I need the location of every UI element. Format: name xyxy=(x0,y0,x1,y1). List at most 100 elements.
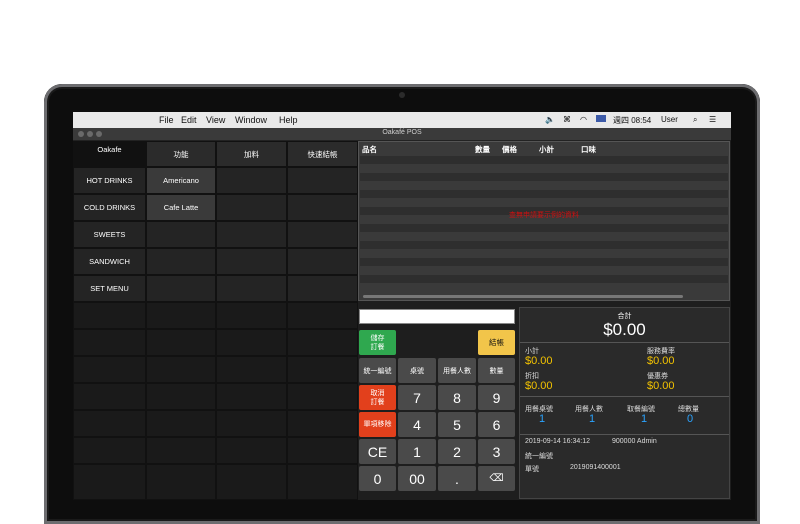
empty-cell xyxy=(287,302,358,329)
amount-input[interactable] xyxy=(359,309,515,324)
backspace-button[interactable]: ⌫ xyxy=(478,466,515,491)
tax-id-button[interactable]: 統一編號 xyxy=(359,358,396,383)
item-americano[interactable]: Americano xyxy=(146,167,216,194)
table-number-button[interactable]: 桌號 xyxy=(398,358,436,383)
volume-icon[interactable]: 🔈 xyxy=(545,115,555,124)
total-value: $0.00 xyxy=(603,320,646,339)
clock[interactable]: 週四 08:54 xyxy=(613,115,651,126)
save-order-button[interactable]: 儲存 訂餐 xyxy=(359,330,396,355)
col-flavor: 口味 xyxy=(581,145,596,154)
empty-cell xyxy=(146,302,216,329)
service-rate-value: $0.00 xyxy=(647,355,675,367)
divider xyxy=(520,396,729,397)
guests-button[interactable]: 用餐人數 xyxy=(438,358,476,383)
divider xyxy=(520,342,729,343)
table-row xyxy=(360,173,728,181)
notification-center-icon[interactable]: ☰ xyxy=(709,115,716,124)
camera-dot xyxy=(399,92,405,98)
empty-cell xyxy=(146,329,216,356)
window-title: Oakafé POS xyxy=(382,129,422,136)
empty-cell xyxy=(73,383,146,410)
empty-cell xyxy=(146,383,216,410)
empty-cell xyxy=(287,329,358,356)
empty-cell xyxy=(216,410,287,437)
key-3[interactable]: 3 xyxy=(478,439,515,464)
horizontal-scrollbar[interactable] xyxy=(363,295,683,298)
tax-id-label: 統一編號 xyxy=(525,453,553,460)
key-2[interactable]: 2 xyxy=(438,439,476,464)
empty-cell xyxy=(146,410,216,437)
order-table[interactable]: 品名 數量 價格 小計 口味 查無申請要示例的資料 xyxy=(358,141,730,301)
key-5[interactable]: 5 xyxy=(438,412,476,437)
menu-file[interactable]: File xyxy=(159,115,174,125)
col-subtotal: 小計 xyxy=(539,145,554,154)
category-sandwich[interactable]: SANDWICH xyxy=(73,248,146,275)
col-name: 品名 xyxy=(362,145,377,154)
backspace-icon: ⌫ xyxy=(489,473,504,484)
table-row xyxy=(360,224,728,232)
category-cold-drinks[interactable]: COLD DRINKS xyxy=(73,194,146,221)
category-sweets[interactable]: SWEETS xyxy=(73,221,146,248)
quantity-button[interactable]: 數量 xyxy=(478,358,515,383)
remove-item-button[interactable]: 單項移除 xyxy=(359,412,396,437)
spotlight-icon[interactable]: ⌕ xyxy=(693,115,697,125)
pos-app: Oakafe 功能 加料 快速結帳 HOT DRINKS COLD DRINKS… xyxy=(73,141,731,500)
flag-icon[interactable] xyxy=(596,115,606,122)
order-number: 2019091400001 xyxy=(570,464,621,471)
tab-functions[interactable]: 功能 xyxy=(146,141,216,167)
empty-cell xyxy=(146,248,216,275)
pickup-number-value: 1 xyxy=(640,413,648,425)
empty-cell xyxy=(216,194,287,221)
empty-cell xyxy=(287,464,358,500)
tab-quick-checkout[interactable]: 快速結帳 xyxy=(287,141,358,167)
guests-value: 1 xyxy=(588,413,596,425)
empty-cell xyxy=(216,248,287,275)
empty-cell xyxy=(146,356,216,383)
coupon-value: $0.00 xyxy=(647,380,675,392)
empty-cell xyxy=(287,383,358,410)
menu-window[interactable]: Window xyxy=(235,115,267,125)
table-row xyxy=(360,258,728,266)
key-decimal[interactable]: . xyxy=(438,466,476,491)
key-0[interactable]: 0 xyxy=(359,466,396,491)
empty-table-message: 查無申請要示例的資料 xyxy=(509,212,579,219)
user-name[interactable]: User xyxy=(661,115,678,124)
subtotal-value: $0.00 xyxy=(525,355,553,367)
key-1[interactable]: 1 xyxy=(398,439,436,464)
empty-cell xyxy=(73,464,146,500)
menu-help[interactable]: Help xyxy=(279,115,298,125)
col-price: 價格 xyxy=(502,145,517,154)
discount-value: $0.00 xyxy=(525,380,553,392)
key-7[interactable]: 7 xyxy=(398,385,436,410)
menu-view[interactable]: View xyxy=(206,115,225,125)
empty-cell xyxy=(216,275,287,302)
col-qty: 數量 xyxy=(475,145,490,154)
empty-cell xyxy=(287,437,358,464)
key-4[interactable]: 4 xyxy=(398,412,436,437)
empty-cell xyxy=(216,302,287,329)
key-00[interactable]: 00 xyxy=(398,466,436,491)
empty-cell xyxy=(146,437,216,464)
key-8[interactable]: 8 xyxy=(438,385,476,410)
tab-toppings[interactable]: 加料 xyxy=(216,141,287,167)
empty-cell xyxy=(287,275,358,302)
total-quantity-value: 0 xyxy=(686,413,694,425)
category-hot-drinks[interactable]: HOT DRINKS xyxy=(73,167,146,194)
empty-cell xyxy=(287,194,358,221)
empty-cell xyxy=(216,383,287,410)
checkout-button[interactable]: 結帳 xyxy=(478,330,515,355)
key-6[interactable]: 6 xyxy=(478,412,515,437)
clear-entry-button[interactable]: CE xyxy=(359,439,396,464)
order-number-label: 單號 xyxy=(525,466,539,473)
key-9[interactable]: 9 xyxy=(478,385,515,410)
category-set-menu[interactable]: SET MENU xyxy=(73,275,146,302)
item-cafe-latte[interactable]: Cafe Latte xyxy=(146,194,216,221)
cancel-order-button[interactable]: 取消 訂餐 xyxy=(359,385,396,410)
wifi-icon[interactable]: ◠ xyxy=(580,115,587,124)
empty-cell xyxy=(287,221,358,248)
table-row xyxy=(360,156,728,164)
menu-edit[interactable]: Edit xyxy=(181,115,197,125)
order-summary: 合計 $0.00 小計 $0.00 服務費率 $0.00 折扣 $0.00 優惠… xyxy=(519,307,730,499)
empty-cell xyxy=(287,248,358,275)
input-method-icon[interactable]: ⌘ xyxy=(563,115,571,124)
